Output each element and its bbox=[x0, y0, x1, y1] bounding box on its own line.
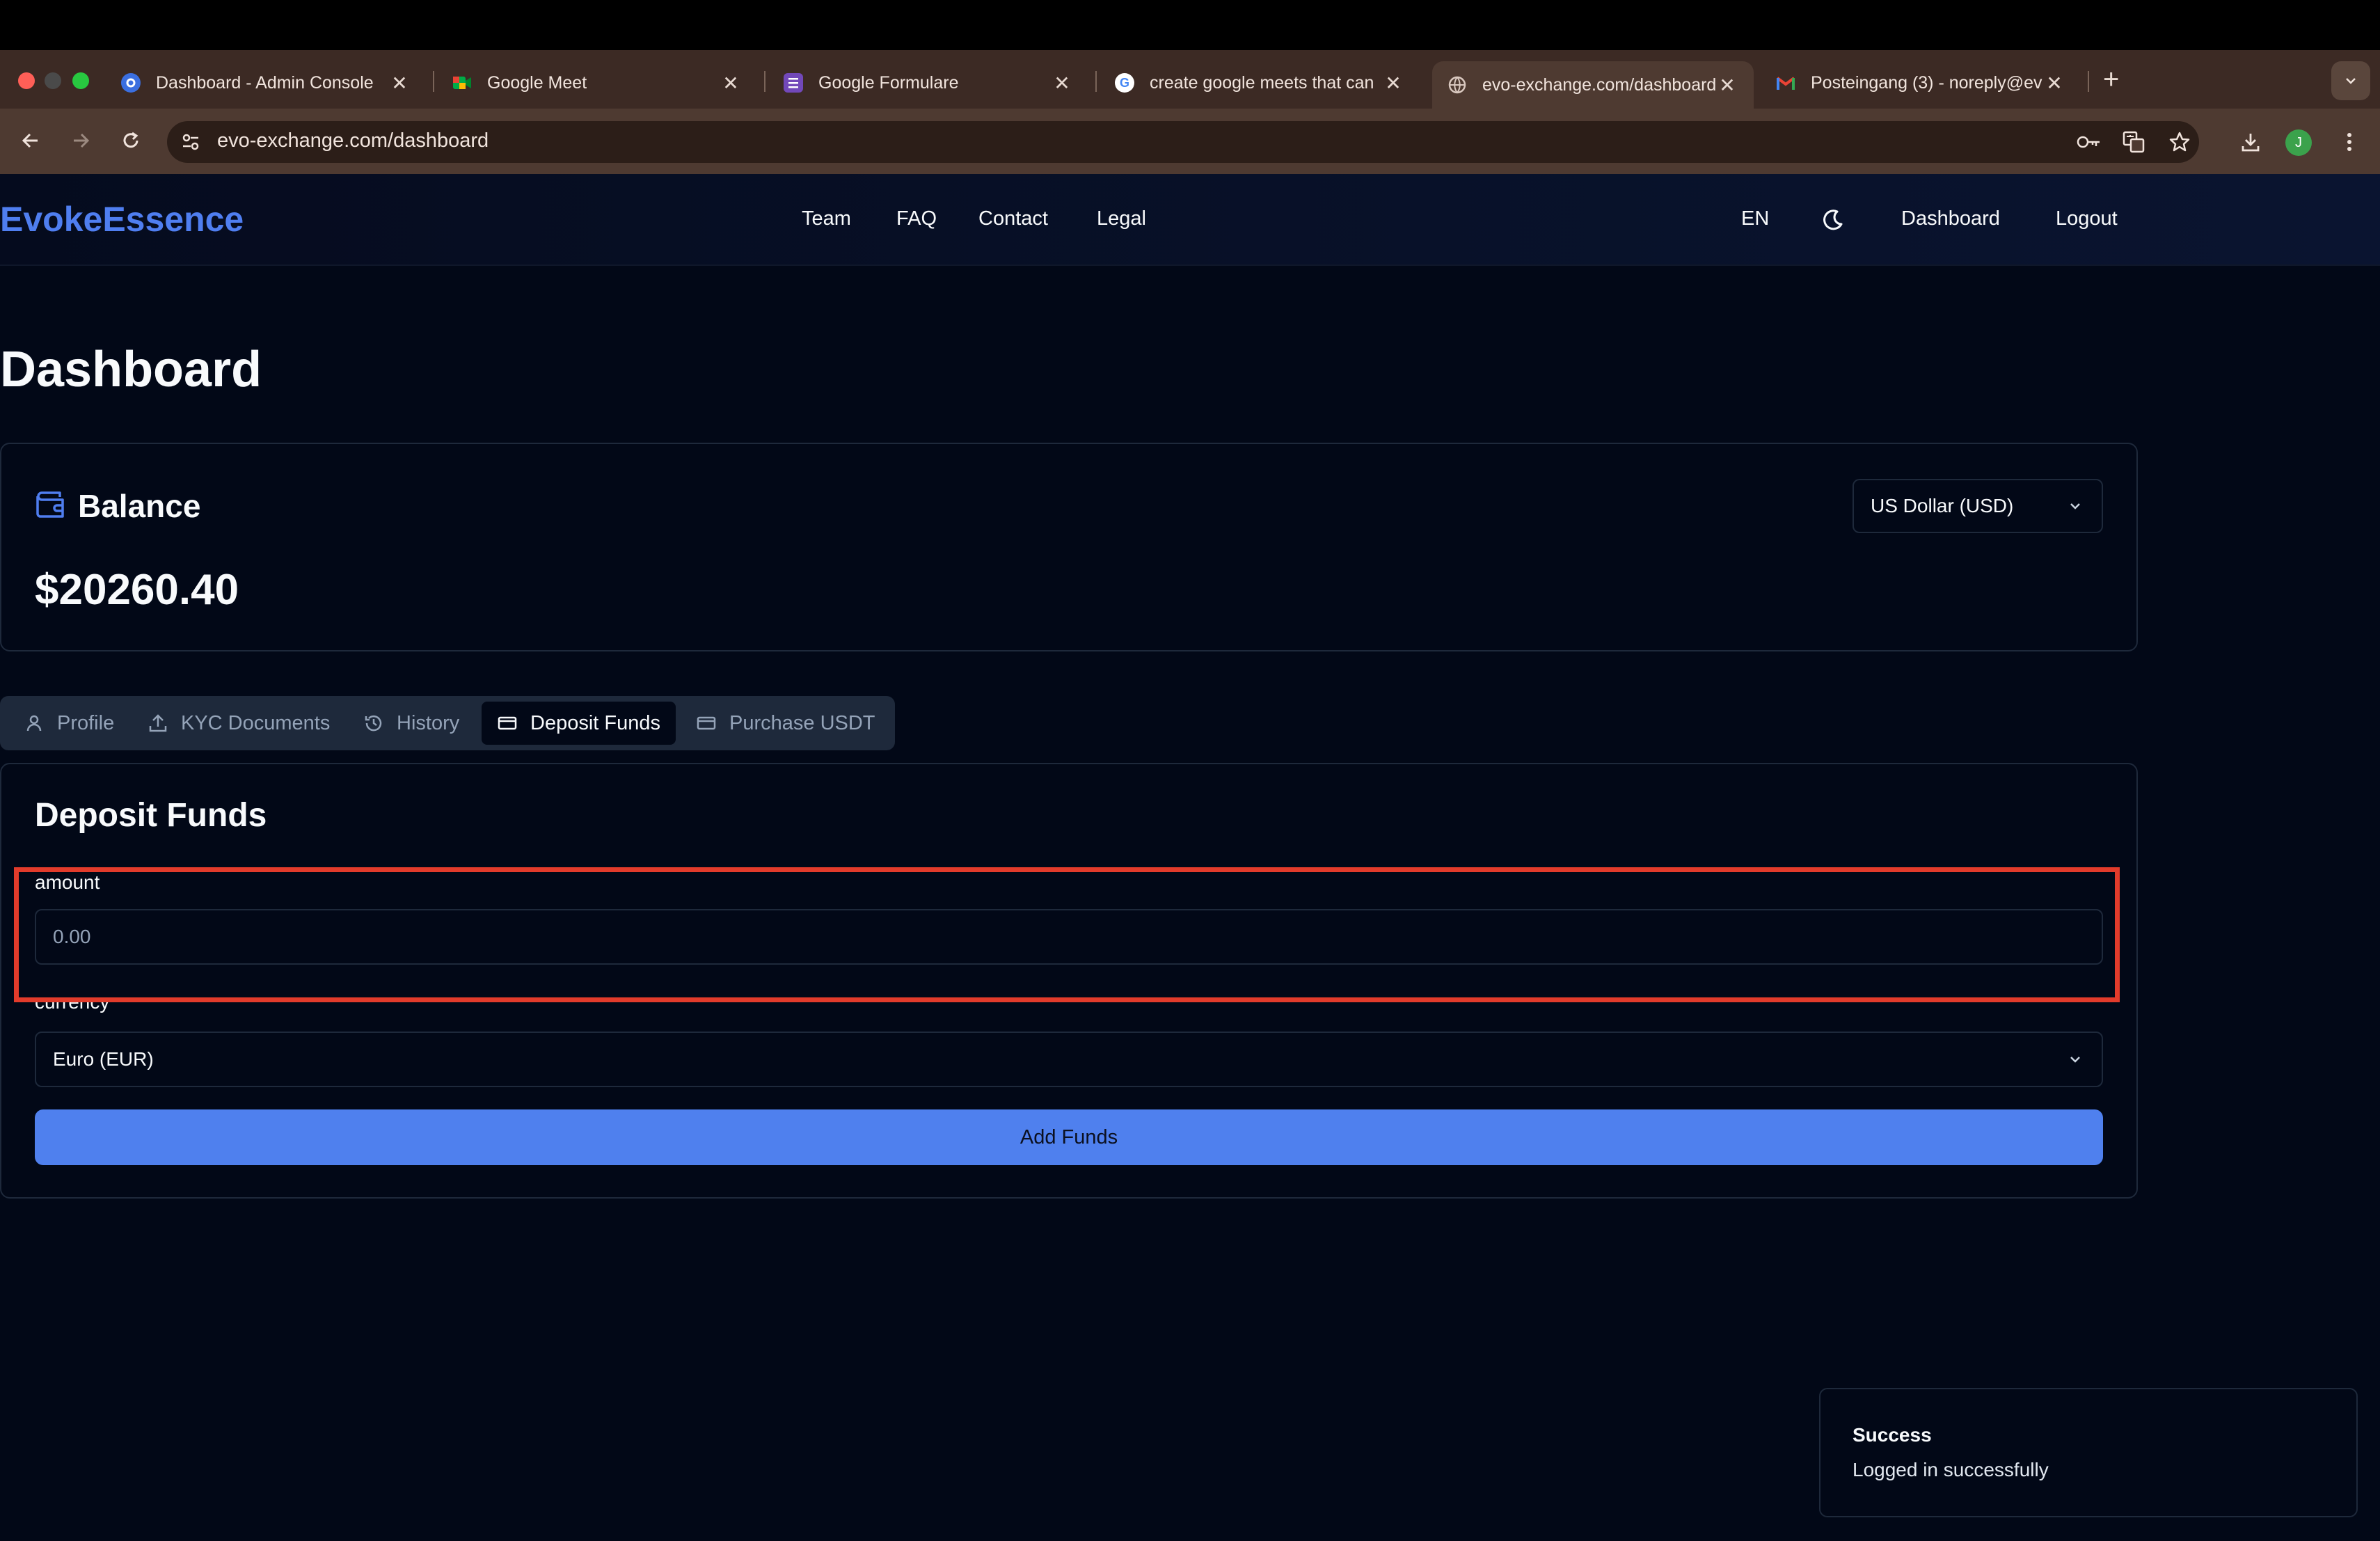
arrow-right-icon bbox=[74, 133, 90, 148]
tab-label: Posteingang (3) - noreply@ev bbox=[1811, 72, 2042, 93]
balance-card bbox=[0, 443, 2138, 651]
tab-label: Dashboard - Admin Console bbox=[156, 72, 374, 93]
tab-separator bbox=[433, 71, 434, 92]
tab-deposit-funds[interactable]: Deposit Funds bbox=[482, 702, 676, 745]
currency-label: currency bbox=[35, 991, 110, 1013]
tab-label: Google Meet bbox=[487, 72, 587, 93]
browser-tab-google-forms[interactable]: Google Formulare ✕ bbox=[768, 63, 1088, 103]
user-icon bbox=[26, 715, 42, 732]
amount-label: amount bbox=[35, 871, 100, 893]
tab-purchase-usdt[interactable]: Purchase USDT bbox=[681, 702, 891, 745]
reload-icon bbox=[123, 132, 138, 148]
reload-button[interactable] bbox=[116, 125, 146, 156]
window-close-button[interactable] bbox=[18, 72, 35, 89]
deposit-currency-select[interactable]: Euro (EUR) bbox=[35, 1032, 2103, 1087]
download-icon[interactable] bbox=[2238, 129, 2263, 155]
tab-close-icon[interactable]: ✕ bbox=[2043, 72, 2065, 95]
wallet-icon bbox=[35, 489, 67, 521]
balance-amount: $20260.40 bbox=[35, 566, 239, 614]
browser-menu-icon[interactable] bbox=[2337, 129, 2362, 155]
credit-card-icon bbox=[498, 716, 517, 730]
deposit-currency-value: Euro (EUR) bbox=[53, 1048, 154, 1070]
add-funds-button[interactable]: Add Funds bbox=[35, 1109, 2103, 1165]
tab-label: Purchase USDT bbox=[729, 711, 875, 734]
nav-link-legal[interactable]: Legal bbox=[1097, 207, 1146, 230]
tab-close-icon[interactable]: ✕ bbox=[1382, 72, 1404, 95]
nav-link-team[interactable]: Team bbox=[802, 207, 851, 230]
amount-input[interactable] bbox=[35, 909, 2103, 965]
back-button[interactable] bbox=[15, 125, 46, 156]
deposit-title: Deposit Funds bbox=[35, 797, 267, 834]
tab-separator bbox=[1095, 71, 1097, 92]
success-toast[interactable] bbox=[1819, 1388, 2358, 1517]
balance-currency-value: US Dollar (USD) bbox=[1871, 495, 2014, 516]
profile-avatar[interactable]: J bbox=[2285, 129, 2312, 156]
nav-link-faq[interactable]: FAQ bbox=[896, 207, 937, 230]
upload-icon bbox=[149, 714, 167, 732]
tab-label: KYC Documents bbox=[181, 711, 331, 734]
password-key-icon[interactable] bbox=[2077, 129, 2102, 155]
balance-currency-select[interactable]: US Dollar (USD) bbox=[1853, 479, 2103, 533]
tab-close-icon[interactable]: ✕ bbox=[388, 72, 411, 95]
translate-icon[interactable] bbox=[2121, 129, 2146, 155]
nav-link-dashboard[interactable]: Dashboard bbox=[1901, 207, 2000, 230]
tab-search-button[interactable] bbox=[2331, 61, 2370, 100]
admin-console-favicon-icon bbox=[121, 73, 141, 93]
google-meet-favicon-icon bbox=[452, 73, 472, 93]
window-minimize-button[interactable] bbox=[45, 72, 61, 89]
language-switcher[interactable]: EN bbox=[1741, 207, 1769, 230]
history-icon bbox=[365, 715, 382, 732]
tab-label: create google meets that can bbox=[1150, 72, 1374, 93]
macos-menu-area bbox=[0, 0, 2380, 50]
globe-favicon-icon bbox=[1447, 75, 1467, 95]
chevron-down-icon bbox=[2070, 503, 2080, 509]
theme-toggle-moon-icon[interactable] bbox=[1819, 206, 1847, 234]
tab-label: History bbox=[397, 711, 460, 734]
tab-label: evo-exchange.com/dashboard bbox=[1482, 74, 1716, 95]
page-title: Dashboard bbox=[0, 342, 262, 397]
logout-button[interactable]: Logout bbox=[2056, 207, 2118, 230]
tab-label: Deposit Funds bbox=[530, 711, 660, 734]
tab-separator bbox=[2088, 71, 2089, 92]
brand-logo[interactable]: EvokeEssence bbox=[0, 199, 244, 239]
site-info-icon[interactable] bbox=[178, 129, 203, 155]
forward-button[interactable] bbox=[65, 125, 96, 156]
toast-title: Success bbox=[1853, 1424, 1932, 1446]
tab-close-icon[interactable]: ✕ bbox=[1051, 72, 1073, 95]
tab-close-icon[interactable]: ✕ bbox=[1716, 74, 1738, 97]
google-forms-favicon-icon bbox=[784, 73, 803, 93]
browser-tab-google-meet[interactable]: Google Meet ✕ bbox=[437, 63, 757, 103]
tab-history[interactable]: History bbox=[348, 702, 475, 745]
toast-description: Logged in successfully bbox=[1853, 1459, 2049, 1480]
nav-link-contact[interactable]: Contact bbox=[978, 207, 1048, 230]
chevron-down-icon bbox=[2070, 1057, 2080, 1063]
arrow-left-icon bbox=[22, 133, 38, 148]
bookmark-star-icon[interactable] bbox=[2167, 129, 2192, 155]
browser-tab-gmail[interactable]: Posteingang (3) - noreply@ev ✕ bbox=[1761, 63, 2081, 103]
tab-label: Google Formulare bbox=[818, 72, 959, 93]
balance-title: Balance bbox=[78, 488, 201, 524]
credit-card-icon bbox=[697, 716, 716, 730]
google-favicon-icon: G bbox=[1115, 73, 1134, 93]
tab-label: Profile bbox=[57, 711, 115, 734]
tab-separator bbox=[764, 71, 765, 92]
url-text[interactable]: evo-exchange.com/dashboard bbox=[217, 129, 489, 152]
chevron-down-icon bbox=[2346, 78, 2356, 84]
browser-tab-google-search[interactable]: G create google meets that can ✕ bbox=[1100, 63, 1420, 103]
tab-kyc-documents[interactable]: KYC Documents bbox=[132, 702, 345, 745]
browser-tab-admin-console[interactable]: Dashboard - Admin Console ✕ bbox=[106, 63, 426, 103]
window-zoom-button[interactable] bbox=[72, 72, 89, 89]
new-tab-button[interactable]: + bbox=[2103, 64, 2119, 95]
site-header bbox=[0, 174, 2380, 266]
tab-profile[interactable]: Profile bbox=[8, 702, 129, 745]
tab-close-icon[interactable]: ✕ bbox=[720, 72, 742, 95]
gmail-favicon-icon bbox=[1776, 73, 1795, 93]
browser-tab-evo-exchange[interactable]: evo-exchange.com/dashboard ✕ bbox=[1432, 61, 1754, 109]
